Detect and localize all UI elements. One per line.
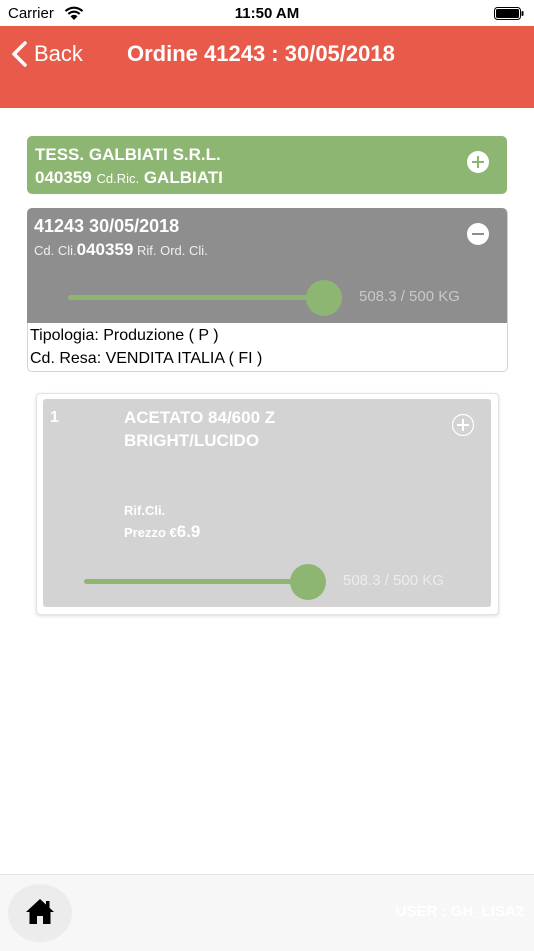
status-time: 11:50 AM (234, 5, 300, 22)
item-progress-track (84, 579, 310, 584)
customer-ric-value: GALBIATI (143, 168, 223, 187)
item-progress-thumb[interactable] (290, 564, 326, 600)
chevron-left-icon[interactable] (10, 40, 28, 68)
order-resa: Cd. Resa: VENDITA ITALIA ( FI ) (30, 350, 263, 367)
plus-circle-icon[interactable] (452, 414, 474, 436)
order-progress-track (68, 295, 324, 300)
order-cli-value: 040359 (76, 240, 134, 259)
customer-code-row: 040359 Cd.Ric. GALBIATI (35, 168, 223, 188)
order-progress-thumb[interactable] (306, 280, 342, 316)
customer-code: 040359 (35, 168, 92, 187)
order-rif-label: Rif. Ord. Cli. (136, 243, 208, 258)
customer-name: TESS. GALBIATI S.R.L. (35, 145, 221, 164)
order-cli-row: Cd. Cli.040359 Rif. Ord. Cli. (34, 240, 208, 260)
item-price-row: Prezzo €6.9 (124, 522, 200, 542)
item-progress-text: 508.3 / 500 KG (343, 572, 444, 589)
order-tipologia: Tipologia: Produzione ( P ) (30, 327, 219, 344)
order-cli-label: Cd. Cli. (34, 243, 77, 258)
item-title-line1: ACETATO 84/600 Z (124, 408, 276, 427)
user-label: USER : GH_LISA2 (395, 903, 524, 920)
item-price-value: 6.9 (176, 522, 201, 541)
back-button[interactable]: Back (34, 41, 83, 67)
page-title: Ordine 41243 : 30/05/2018 (127, 41, 395, 66)
customer-ric-label: Cd.Ric. (96, 171, 140, 186)
item-rif-label: Rif.Cli. (124, 503, 166, 518)
battery-icon (494, 7, 524, 20)
plus-circle-icon[interactable] (467, 151, 489, 173)
order-number-date: 41243 30/05/2018 (34, 216, 180, 236)
home-icon[interactable] (25, 897, 55, 927)
item-number: 1 (50, 409, 59, 426)
item-price-label: Prezzo € (124, 525, 177, 540)
order-progress-text: 508.3 / 500 KG (359, 288, 460, 305)
item-title-line2: BRIGHT/LUCIDO (124, 431, 260, 450)
nav-bar (0, 26, 534, 108)
minus-circle-icon[interactable] (467, 223, 489, 245)
